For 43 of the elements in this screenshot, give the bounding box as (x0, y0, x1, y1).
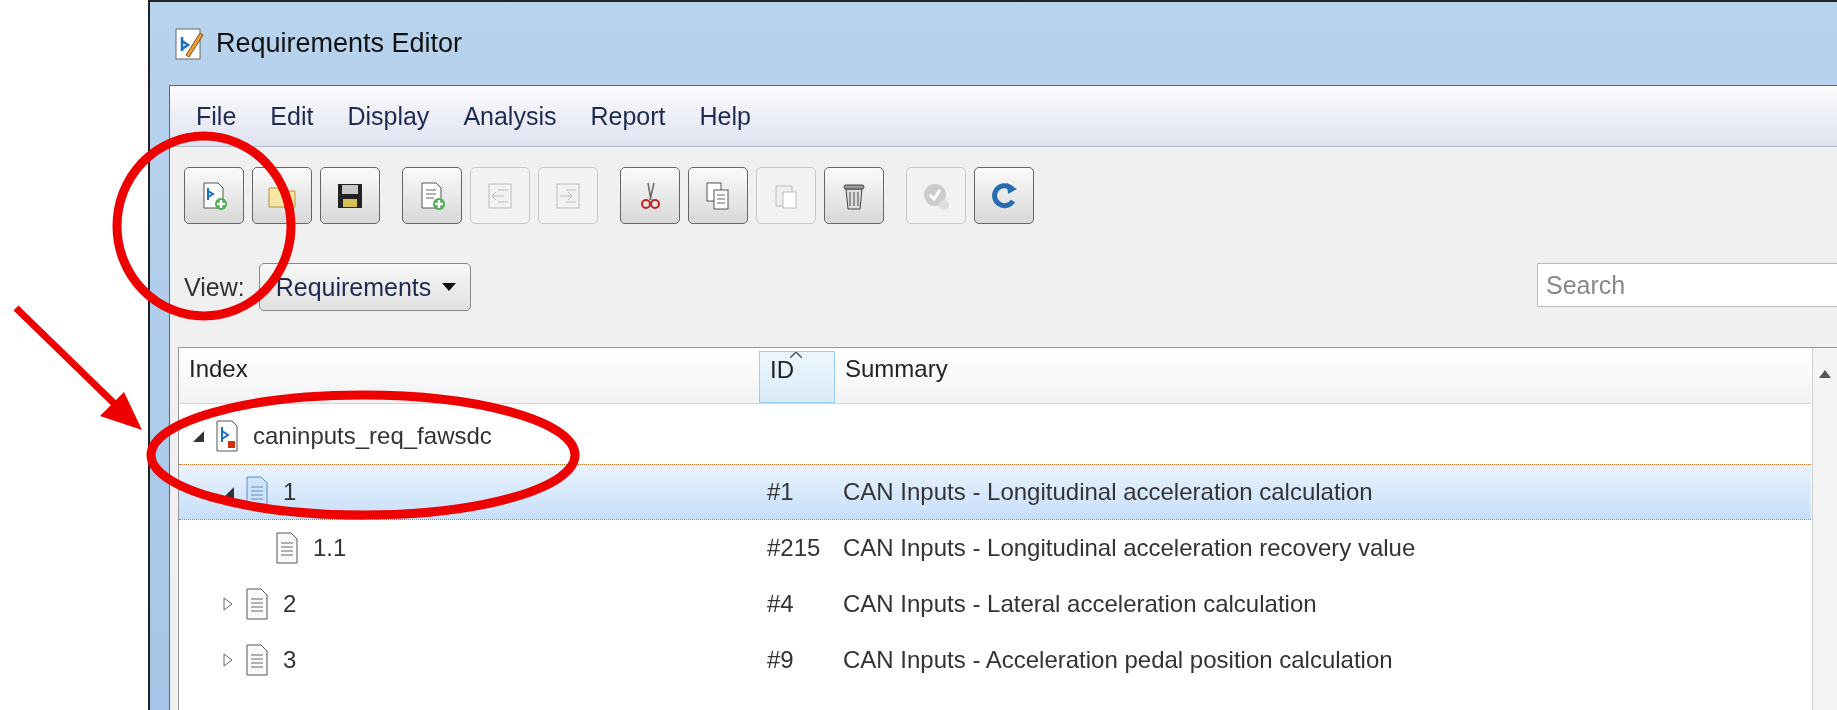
table-row[interactable]: 1 #1 CAN Inputs - Longitudinal acceleration calculation (179, 464, 1811, 520)
summary-text: CAN Inputs - Longitudinal acceleration recovery value (843, 534, 1416, 562)
summary-text: CAN Inputs - Acceleration pedal position calculation (843, 646, 1393, 674)
index-text: 1 (283, 478, 297, 506)
summary-text: CAN Inputs - Lateral acceleration calculation (843, 590, 1317, 618)
search-field[interactable]: Search (1537, 263, 1837, 307)
view-label: View: (184, 272, 245, 302)
menu-item[interactable]: Analysis (449, 97, 571, 135)
index-text: 3 (283, 646, 297, 674)
column-header[interactable]: Summary (835, 351, 1811, 403)
table-row[interactable]: 3 #9 CAN Inputs - Acceleration pedal position calculation (179, 632, 1811, 688)
app-icon (174, 26, 204, 61)
table-row[interactable]: 2 #4 CAN Inputs - Lateral acceleration calculation (179, 576, 1811, 632)
document-icon (245, 644, 269, 676)
id-text: #9 (767, 646, 794, 674)
menu-item[interactable]: Report (576, 97, 680, 135)
table-row[interactable]: 1.1 #215 CAN Inputs - Longitudinal acceleration recovery value (179, 520, 1811, 576)
menu-item[interactable]: Display (333, 97, 444, 135)
id-text: #1 (767, 478, 794, 506)
id-text: #4 (767, 590, 794, 618)
index-text: caninputs_req_fawsdc (253, 422, 492, 450)
menu-item[interactable]: Edit (256, 97, 328, 135)
column-header[interactable]: ID (759, 351, 835, 403)
menu-item[interactable]: File (182, 97, 251, 135)
document-icon (245, 588, 269, 620)
expand-arrow-icon[interactable] (223, 597, 233, 611)
menu-item[interactable]: Help (685, 97, 765, 135)
scroll-up-icon[interactable] (1819, 370, 1831, 378)
table-row[interactable]: caninputs_req_fawsdc (179, 408, 1811, 464)
scrollbar[interactable] (1812, 348, 1837, 710)
model-file-icon (215, 420, 239, 452)
document-icon (275, 532, 299, 564)
collapse-arrow-icon[interactable] (192, 430, 204, 442)
window-title: Requirements Editor (216, 28, 463, 59)
summary-text: CAN Inputs - Longitudinal acceleration calculation (843, 478, 1373, 506)
id-text: #215 (767, 534, 821, 562)
column-header[interactable]: Index (179, 351, 759, 403)
index-text: 1.1 (313, 534, 347, 562)
toolbar-button[interactable] (320, 167, 380, 224)
index-text: 2 (283, 590, 297, 618)
view-dropdown[interactable]: Requirements (258, 263, 471, 311)
expand-arrow-icon[interactable] (223, 653, 233, 667)
caret-icon (441, 283, 456, 291)
